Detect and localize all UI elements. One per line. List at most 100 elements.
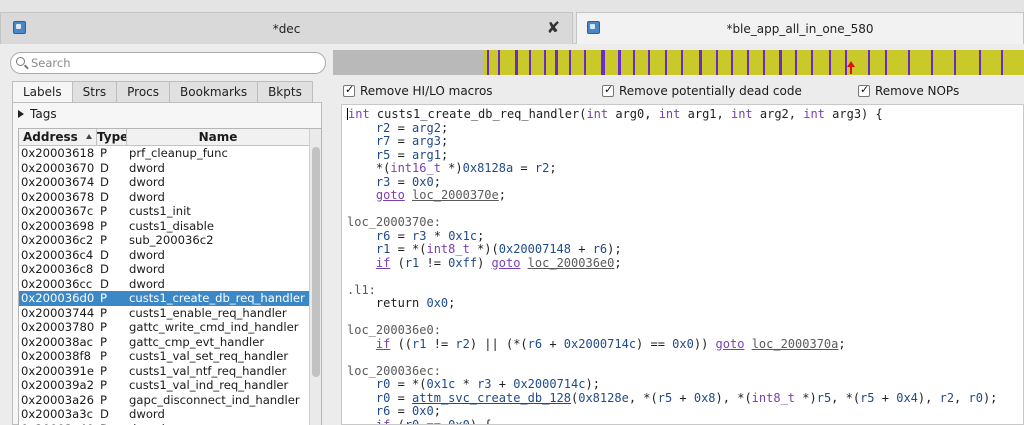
code-token: ==: [419, 417, 449, 425]
code-token: 0x0: [672, 336, 694, 351]
table-row[interactable]: 0x20003674 Ddword: [19, 175, 310, 190]
tab-bookmarks[interactable]: Bookmarks: [169, 81, 259, 102]
table-row[interactable]: 0x200039a2 Pcusts1_val_ind_req_handler: [19, 378, 310, 393]
table-row[interactable]: 0x200038ac Pgattc_cmp_evt_handler: [19, 335, 310, 350]
cell-address: 0x200036cc: [21, 276, 93, 291]
cell-type: P: [100, 218, 107, 233]
tab-procs[interactable]: Procs: [116, 81, 171, 102]
code-token: =: [390, 390, 413, 405]
table-row[interactable]: 0x2000391e Pcusts1_val_ntf_req_handler: [19, 364, 310, 379]
remove-hilo-checkbox[interactable]: Remove HI/LO macros: [343, 83, 493, 98]
tab-title: *dec: [272, 21, 301, 36]
code-token: ;: [440, 120, 449, 135]
table-row[interactable]: 0x20003698 Pcusts1_disable: [19, 219, 310, 234]
code-link[interactable]: loc_2000370e: [412, 188, 499, 202]
code-link[interactable]: loc_2000370a: [752, 337, 839, 351]
checkbox-checked-icon[interactable]: [602, 83, 614, 97]
search-input[interactable]: [31, 55, 311, 71]
vertical-scrollbar[interactable]: [309, 129, 321, 425]
tab-strs[interactable]: Strs: [71, 81, 118, 102]
column-header-address[interactable]: Address: [19, 129, 97, 146]
code-link[interactable]: goto: [376, 188, 405, 202]
table-row[interactable]: 0x20003780 Pgattc_write_cmd_ind_handler: [19, 320, 310, 335]
code-link[interactable]: goto: [492, 256, 521, 270]
checkbox-checked-icon[interactable]: [858, 83, 870, 97]
tab-labels[interactable]: Labels: [12, 81, 73, 103]
code-token: =: [390, 134, 413, 148]
remove-dead-code-checkbox[interactable]: Remove potentially dead code: [602, 83, 802, 98]
navigator-pane: Labels Strs Procs Bookmarks Bkpts Tags A…: [0, 44, 333, 425]
table-row[interactable]: 0x20003678 Ddword: [19, 190, 310, 205]
code-token: ), *(: [715, 390, 752, 405]
cell-type: P: [100, 392, 107, 407]
cell-name: dword: [129, 175, 165, 189]
minimap-mark: [618, 50, 621, 75]
tab-dec[interactable]: *dec ✘: [0, 12, 573, 44]
code-link[interactable]: attm_svc_create_db_128: [412, 391, 571, 405]
table-row[interactable]: 0x2000367c Pcusts1_init: [19, 204, 310, 219]
code-token: int8_t: [751, 390, 796, 405]
code-line: return 0x0;: [347, 296, 997, 311]
tab-ble-app[interactable]: *ble_app_all_in_one_580: [576, 12, 1024, 44]
code-line: r6 = 0x0;: [347, 404, 997, 419]
minimap-mark: [954, 50, 956, 75]
code-link[interactable]: if: [376, 256, 390, 270]
table-row[interactable]: 0x200036c8 Ddword: [19, 262, 310, 277]
minimap-mark: [979, 50, 981, 75]
table-row[interactable]: 0x20003a26 Pgapc_disconnect_ind_handler: [19, 393, 310, 408]
code-token: arg0,: [608, 107, 659, 121]
code-line: r2 = arg2;: [347, 120, 997, 136]
table-row[interactable]: 0x20003618 Pprf_cleanup_func: [19, 146, 310, 161]
table-row[interactable]: 0x20003a40Ddword: [19, 422, 310, 425]
code-token: *(: [347, 161, 391, 175]
code-link[interactable]: goto: [716, 337, 745, 351]
table-row[interactable]: 0x20003744 Pcusts1_enable_req_handler: [19, 306, 310, 321]
code-token: if: [375, 417, 391, 425]
cell-address: 0x20003a26: [21, 392, 94, 407]
cell-name: custs1_disable: [129, 218, 214, 233]
table-row[interactable]: 0x20003a3c Ddword: [19, 407, 310, 422]
scrollbar-thumb[interactable]: [312, 147, 320, 377]
tags-toggle[interactable]: Tags: [18, 107, 57, 121]
minimap-mark: [681, 50, 683, 75]
code-token: return: [347, 296, 427, 310]
code-token: = *(: [390, 377, 427, 391]
code-token: .l1:: [347, 282, 376, 297]
code-token: =: [390, 404, 413, 418]
code-link[interactable]: if: [376, 337, 390, 351]
search-box[interactable]: [10, 52, 326, 74]
cell-type: P: [100, 349, 107, 363]
minimap-mark: [731, 50, 733, 75]
column-header-name[interactable]: Name: [127, 129, 310, 146]
tab-bkpts[interactable]: Bkpts: [257, 81, 313, 102]
option-label: Remove HI/LO macros: [360, 84, 493, 98]
remove-nops-checkbox[interactable]: Remove NOPs: [858, 83, 959, 98]
code-token: int16_t: [390, 161, 441, 175]
table-row[interactable]: 0x200038f8 Pcusts1_val_set_req_handler: [19, 349, 310, 364]
column-header-type[interactable]: Type: [97, 129, 127, 146]
code-line: loc_200036e0:: [347, 323, 997, 338]
table-row[interactable]: 0x20003670 Ddword: [19, 161, 310, 176]
code-link[interactable]: loc_200036e0: [528, 256, 615, 270]
table-row[interactable]: 0x200036cc Ddword: [19, 277, 310, 292]
code-token: r0: [404, 417, 420, 425]
checkbox-checked-icon[interactable]: [343, 83, 355, 97]
code-token: ;: [440, 147, 449, 162]
table-header: Address Type Name: [19, 129, 310, 146]
close-icon[interactable]: ✘: [547, 18, 560, 37]
table-row[interactable]: 0x200036d0 Pcusts1_create_db_req_handler: [19, 291, 310, 306]
code-token: +: [491, 377, 514, 391]
code-token: arg1,: [680, 107, 731, 121]
table-row[interactable]: 0x200036c2 Psub_200036c2: [19, 233, 310, 248]
pseudocode-view[interactable]: int custs1_create_db_req_handler(int arg…: [341, 104, 1024, 425]
table-row[interactable]: 0x200036c4 Ddword: [19, 248, 310, 263]
code-line: r3 = 0x0;: [347, 175, 997, 190]
navigation-minimap[interactable]: [333, 50, 1024, 75]
code-token: =: [513, 161, 535, 175]
